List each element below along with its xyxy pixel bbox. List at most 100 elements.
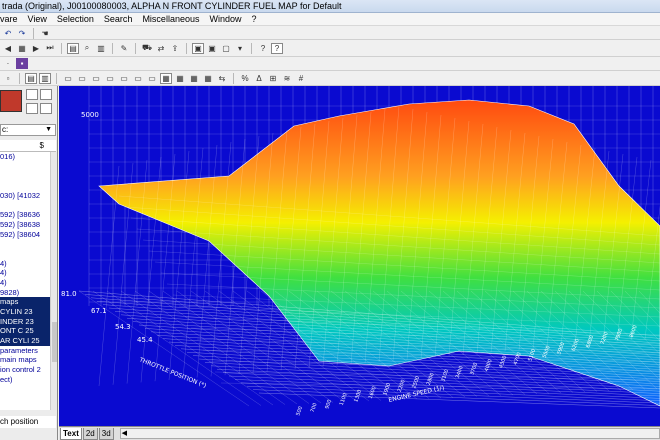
throttle-axis-title: THROTTLE POSITION (*) bbox=[137, 356, 207, 390]
redo-icon[interactable]: ↷ bbox=[16, 28, 28, 39]
map-3d-view[interactable]: 5000 81.0 67.1 54.3 45.4 THROTTLE POSITION … bbox=[59, 86, 660, 426]
scroll-left-icon[interactable]: ◀ bbox=[122, 429, 127, 438]
tree-item[interactable] bbox=[0, 181, 50, 191]
menu-item-search[interactable]: Search bbox=[99, 13, 138, 25]
tree-item[interactable]: ONT C 25 bbox=[0, 326, 50, 337]
panel-button-3-icon[interactable] bbox=[26, 103, 38, 114]
tree-item[interactable] bbox=[0, 385, 50, 395]
tree-item[interactable]: INDER 23 bbox=[0, 316, 50, 327]
bars7-icon[interactable]: ▭ bbox=[146, 73, 158, 84]
window-icon[interactable]: ▣ bbox=[192, 42, 204, 54]
percent-icon[interactable]: % bbox=[239, 73, 251, 84]
hash-icon[interactable]: # bbox=[295, 73, 307, 84]
horizontal-scrollbar[interactable]: ◀ bbox=[119, 428, 660, 439]
menu-item-help[interactable]: ? bbox=[246, 13, 261, 25]
zoom-icon[interactable]: ⌕ bbox=[81, 43, 93, 54]
tree-item[interactable]: main maps bbox=[0, 355, 50, 365]
rpm-tick-label: 1100 bbox=[339, 392, 349, 406]
bars-icon[interactable]: ▭ bbox=[62, 73, 74, 84]
hex2-icon[interactable]: ▦ bbox=[174, 73, 186, 84]
view-2d-icon[interactable]: ▤ bbox=[25, 72, 37, 84]
first-icon[interactable]: ◀ bbox=[2, 43, 14, 54]
tree-item[interactable] bbox=[0, 200, 50, 210]
title-bar: trada (Original), J00100080003, ALPHA N … bbox=[0, 0, 660, 13]
tree-item[interactable] bbox=[0, 162, 50, 172]
grid-icon[interactable]: ▦ bbox=[16, 43, 28, 54]
bars6-icon[interactable]: ▭ bbox=[132, 73, 144, 84]
surface-plot[interactable]: 5000 81.0 67.1 54.3 45.4 THROTTLE POSITION … bbox=[59, 86, 660, 426]
table-icon[interactable]: ▥ bbox=[95, 43, 107, 54]
tree-item[interactable] bbox=[0, 249, 50, 259]
bars3-icon[interactable]: ▭ bbox=[90, 73, 102, 84]
play-icon[interactable]: ▶ bbox=[30, 43, 42, 54]
tree-item[interactable] bbox=[0, 394, 50, 404]
hex3-icon[interactable]: ▦ bbox=[188, 73, 200, 84]
hex-icon[interactable]: ▦ bbox=[160, 72, 172, 84]
tree-scrollbar[interactable] bbox=[50, 152, 57, 410]
menu-item-view[interactable]: View bbox=[23, 13, 52, 25]
toolbar-separator bbox=[135, 42, 136, 54]
hand-icon[interactable]: ☚ bbox=[39, 28, 51, 39]
drive-select[interactable]: c: ▼ bbox=[0, 124, 56, 136]
tree-item[interactable]: 9828) bbox=[0, 288, 50, 298]
upload-icon[interactable]: ⇪ bbox=[169, 43, 181, 54]
panel-button-1-icon[interactable] bbox=[26, 89, 38, 100]
map-tree[interactable]: 016) 030) [41032 592) [38636 592) [38638 592… bbox=[0, 152, 50, 410]
tree-item[interactable]: 4) bbox=[0, 278, 50, 288]
scale-icon[interactable]: ⊞ bbox=[267, 73, 279, 84]
drive-select-value: c: bbox=[2, 125, 9, 134]
rpm-tick-label: 700 bbox=[310, 402, 319, 413]
tree-item[interactable] bbox=[0, 239, 50, 249]
tree-item[interactable]: parameters bbox=[0, 346, 50, 356]
tree-item[interactable]: ect) bbox=[0, 375, 50, 385]
tree-item[interactable]: 592) [38636 bbox=[0, 210, 50, 220]
tab-text[interactable]: Text bbox=[60, 427, 82, 440]
compare-icon[interactable]: ⇄ bbox=[155, 43, 167, 54]
swap-icon[interactable]: ⇆ bbox=[216, 73, 228, 84]
help-icon[interactable]: ? bbox=[257, 43, 269, 54]
menu-item-window[interactable]: Window bbox=[204, 13, 246, 25]
tree-item[interactable]: 592) [38604 bbox=[0, 230, 50, 240]
tree-item[interactable] bbox=[0, 404, 50, 410]
bars4-icon[interactable]: ▭ bbox=[104, 73, 116, 84]
z-tick-label: 5000 bbox=[81, 111, 99, 119]
tree-item[interactable]: 592) [38638 bbox=[0, 220, 50, 230]
menu-item-hardware[interactable]: vare bbox=[0, 13, 23, 25]
chevron-down-icon[interactable]: ▾ bbox=[234, 43, 246, 54]
tree-item[interactable]: 4) bbox=[0, 259, 50, 269]
small-icon[interactable]: ▫ bbox=[2, 73, 14, 84]
tree-item[interactable]: CYLIN 23 bbox=[0, 307, 50, 317]
tab-3d[interactable]: 3d bbox=[98, 427, 114, 440]
tree-item[interactable] bbox=[0, 171, 50, 181]
window2-icon[interactable]: ▣ bbox=[206, 43, 218, 54]
panel-button-4-icon[interactable] bbox=[40, 103, 52, 114]
bars5-icon[interactable]: ▭ bbox=[118, 73, 130, 84]
document-icon[interactable]: ▤ bbox=[67, 42, 79, 54]
car-icon[interactable]: ⛟ bbox=[141, 43, 153, 54]
tree-item[interactable]: 016) bbox=[0, 152, 50, 162]
menu-item-selection[interactable]: Selection bbox=[52, 13, 99, 25]
tree-item[interactable]: maps bbox=[0, 297, 50, 307]
toolbar-separator bbox=[56, 72, 57, 84]
tree-item[interactable]: AR CYLI 25 bbox=[0, 336, 50, 346]
undo-icon[interactable]: ↶ bbox=[2, 28, 14, 39]
tree-item[interactable]: 4) bbox=[0, 268, 50, 278]
delta-icon[interactable]: Δ bbox=[253, 73, 265, 84]
chevron-down-icon: ▼ bbox=[45, 126, 52, 133]
mode-icon[interactable]: ▪ bbox=[16, 58, 28, 69]
last-icon[interactable]: ⏭ bbox=[44, 43, 56, 54]
context-help-icon[interactable]: ? bbox=[271, 42, 283, 54]
tab-2d[interactable]: 2d bbox=[82, 427, 98, 440]
chart-icon[interactable]: ≋ bbox=[281, 73, 293, 84]
view-3d-icon[interactable]: ▥ bbox=[39, 72, 51, 84]
menu-item-miscellaneous[interactable]: Miscellaneous bbox=[137, 13, 204, 25]
tree-item[interactable]: ion control 2 bbox=[0, 365, 50, 375]
tree-item[interactable]: 030) [41032 bbox=[0, 191, 50, 201]
tool-icon[interactable]: ✎ bbox=[118, 43, 130, 54]
window3-icon[interactable]: ▢ bbox=[220, 43, 232, 54]
cursor-icon[interactable]: · bbox=[2, 58, 14, 69]
scrollbar-thumb[interactable] bbox=[52, 322, 57, 362]
hex4-icon[interactable]: ▦ bbox=[202, 73, 214, 84]
bars2-icon[interactable]: ▭ bbox=[76, 73, 88, 84]
panel-button-2-icon[interactable] bbox=[40, 89, 52, 100]
